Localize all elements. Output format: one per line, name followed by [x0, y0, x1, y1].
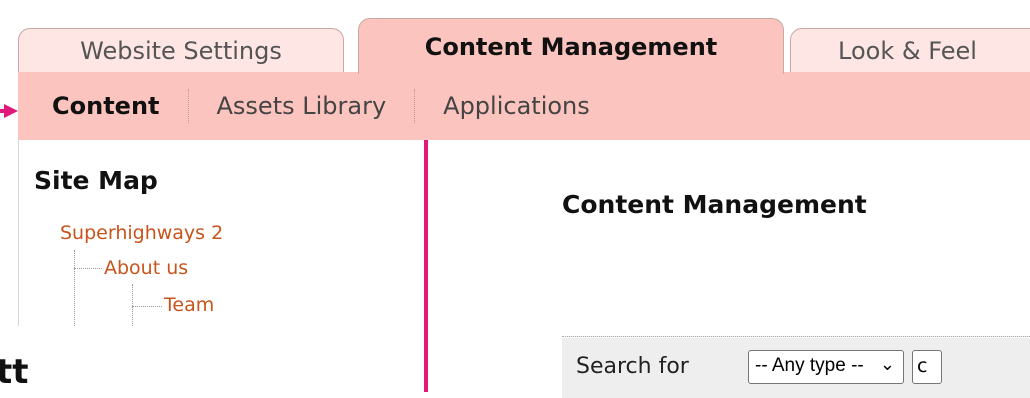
search-bar: Search for -- Any type -- ⌄ c — [562, 338, 1030, 398]
tree-connector — [74, 268, 102, 269]
top-tab-bar: Website Settings Content Management Look… — [18, 18, 1030, 74]
crop-area — [0, 326, 562, 392]
subnav-item-applications[interactable]: Applications — [415, 84, 618, 128]
tab-content-management[interactable]: Content Management — [358, 18, 784, 74]
subnav-item-content[interactable]: Content — [18, 84, 188, 128]
search-for-label: Search for — [576, 354, 689, 379]
tab-website-settings[interactable]: Website Settings — [18, 28, 344, 72]
subnav-item-assets-library[interactable]: Assets Library — [189, 84, 415, 128]
tree-connector — [74, 250, 75, 326]
subnav-label: Assets Library — [216, 92, 387, 120]
arrow-head — [4, 104, 18, 118]
tab-label: Website Settings — [80, 36, 282, 65]
content-type-select[interactable]: -- Any type -- ⌄ — [748, 350, 904, 384]
tab-label: Look & Feel — [838, 36, 977, 65]
partial-heading: tt — [0, 352, 29, 392]
tree-connector — [132, 306, 162, 307]
chevron-down-icon: ⌄ — [879, 354, 895, 374]
subnav-label: Applications — [443, 92, 590, 120]
subnav-label: Content — [52, 92, 160, 120]
site-map-title: Site Map — [34, 166, 158, 195]
next-field-text: c — [917, 355, 928, 377]
tree-item-about-us[interactable]: About us — [104, 257, 188, 279]
tab-label: Content Management — [424, 32, 718, 61]
tree-item-team[interactable]: Team — [164, 294, 214, 316]
tree-item-superhighways[interactable]: Superhighways 2 — [60, 222, 223, 244]
search-divider — [562, 336, 1030, 337]
sub-navigation: Content Assets Library Applications — [18, 72, 1030, 140]
tab-look-and-feel[interactable]: Look & Feel — [790, 28, 1030, 72]
tree-connector — [132, 284, 133, 326]
select-value: -- Any type -- — [755, 355, 864, 376]
content-management-title: Content Management — [562, 190, 867, 219]
next-search-field[interactable]: c — [912, 350, 942, 384]
